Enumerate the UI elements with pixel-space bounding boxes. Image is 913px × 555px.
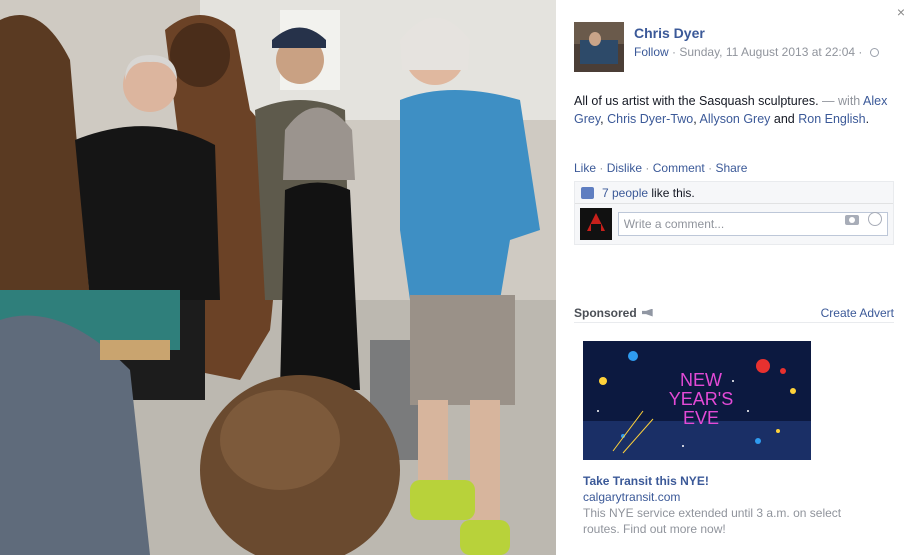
emoji-icon[interactable]: [868, 212, 882, 226]
tag-separator: and: [773, 112, 795, 126]
likes-suffix: like this.: [651, 185, 695, 200]
action-separator: ·: [645, 161, 650, 175]
tagged-person[interactable]: Chris Dyer-Two: [607, 112, 693, 126]
ad-image[interactable]: NEW YEAR'S EVE: [583, 341, 811, 460]
fireworks-illustration: NEW YEAR'S EVE: [583, 341, 811, 460]
comment-composer: [575, 204, 893, 244]
likers-link[interactable]: 7 people: [602, 186, 648, 200]
action-separator: ·: [599, 161, 604, 175]
post-side-panel: × Chris Dyer Follow · Sunday, 11 August …: [556, 0, 913, 555]
ad-image-line1: NEW: [680, 370, 722, 390]
tag-separator: ,: [693, 112, 697, 126]
with-label: — with: [822, 94, 861, 108]
action-separator: ·: [708, 161, 713, 175]
meta-separator: ·: [858, 45, 863, 59]
viewer-avatar: [580, 208, 612, 240]
author-header: Chris Dyer Follow · Sunday, 11 August 20…: [574, 22, 879, 72]
author-avatar[interactable]: [574, 22, 624, 72]
sponsored-label: Sponsored: [574, 306, 653, 320]
ad-image-line3: EVE: [683, 408, 719, 428]
sponsored-label-text: Sponsored: [574, 305, 637, 320]
photo-illustration: [0, 0, 556, 555]
share-link[interactable]: Share: [715, 161, 747, 175]
ad-title[interactable]: Take Transit this NYE!: [583, 473, 873, 489]
post-actions: Like · Dislike · Comment · Share: [574, 160, 747, 176]
tag-separator: ,: [600, 112, 604, 126]
caption-end: .: [865, 112, 870, 126]
ad-url[interactable]: calgarytransit.com: [583, 489, 873, 505]
likes-summary: 7 people like this.: [575, 182, 893, 204]
caption-text: All of us artist with the Sasquash sculp…: [574, 94, 819, 108]
post-photo[interactable]: [0, 0, 556, 555]
follow-link[interactable]: Follow: [634, 45, 669, 59]
post-timestamp[interactable]: Sunday, 11 August 2013 at 22:04: [679, 45, 855, 59]
tagged-person[interactable]: Allyson Grey: [700, 112, 771, 126]
megaphone-icon: [641, 308, 653, 317]
ad-image-line2: YEAR'S: [669, 389, 733, 409]
thumbs-up-icon: [581, 186, 594, 199]
author-name[interactable]: Chris Dyer: [634, 24, 879, 42]
dislike-link[interactable]: Dislike: [607, 161, 642, 175]
globe-icon[interactable]: [869, 48, 879, 57]
tagged-person[interactable]: Ron English: [798, 112, 865, 126]
close-icon[interactable]: ×: [897, 5, 905, 19]
sponsored-header: Sponsored Create Advert: [574, 303, 894, 323]
ad-description: This NYE service extended until 3 a.m. o…: [583, 506, 842, 536]
camera-icon[interactable]: [845, 215, 859, 225]
ad-text: Take Transit this NYE! calgarytransit.co…: [583, 473, 873, 537]
create-advert-link[interactable]: Create Advert: [821, 306, 894, 320]
post-meta-line: Follow · Sunday, 11 August 2013 at 22:04…: [634, 44, 879, 60]
author-meta: Chris Dyer Follow · Sunday, 11 August 20…: [634, 22, 879, 72]
post-caption: All of us artist with the Sasquash sculp…: [574, 92, 894, 128]
meta-separator: ·: [672, 45, 677, 59]
likes-comments-box: 7 people like this.: [574, 181, 894, 245]
like-link[interactable]: Like: [574, 161, 596, 175]
comment-link[interactable]: Comment: [653, 161, 705, 175]
